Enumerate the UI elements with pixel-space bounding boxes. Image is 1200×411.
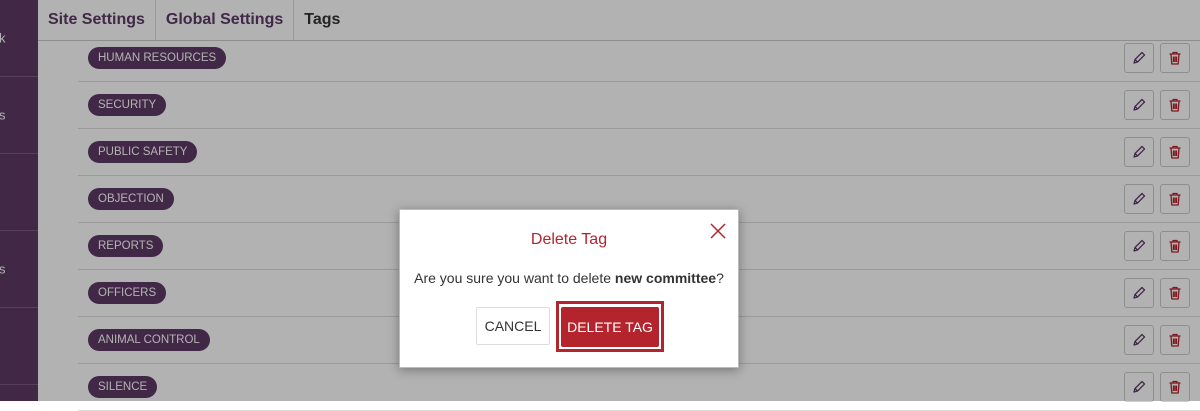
delete-button-focus-ring: DELETE TAG: [556, 301, 664, 352]
close-icon[interactable]: [708, 221, 728, 241]
dialog-message: Are you sure you want to delete new comm…: [400, 270, 738, 286]
cancel-button[interactable]: CANCEL: [476, 307, 550, 345]
message-prefix: Are you sure you want to delete: [414, 270, 615, 286]
dialog-title: Delete Tag: [530, 231, 608, 248]
tag-name: new committee: [614, 270, 717, 286]
message-suffix: ?: [716, 270, 724, 286]
delete-tag-confirm-button[interactable]: DELETE TAG: [561, 306, 659, 347]
delete-tag-dialog: Delete Tag Are you sure you want to dele…: [399, 209, 739, 368]
